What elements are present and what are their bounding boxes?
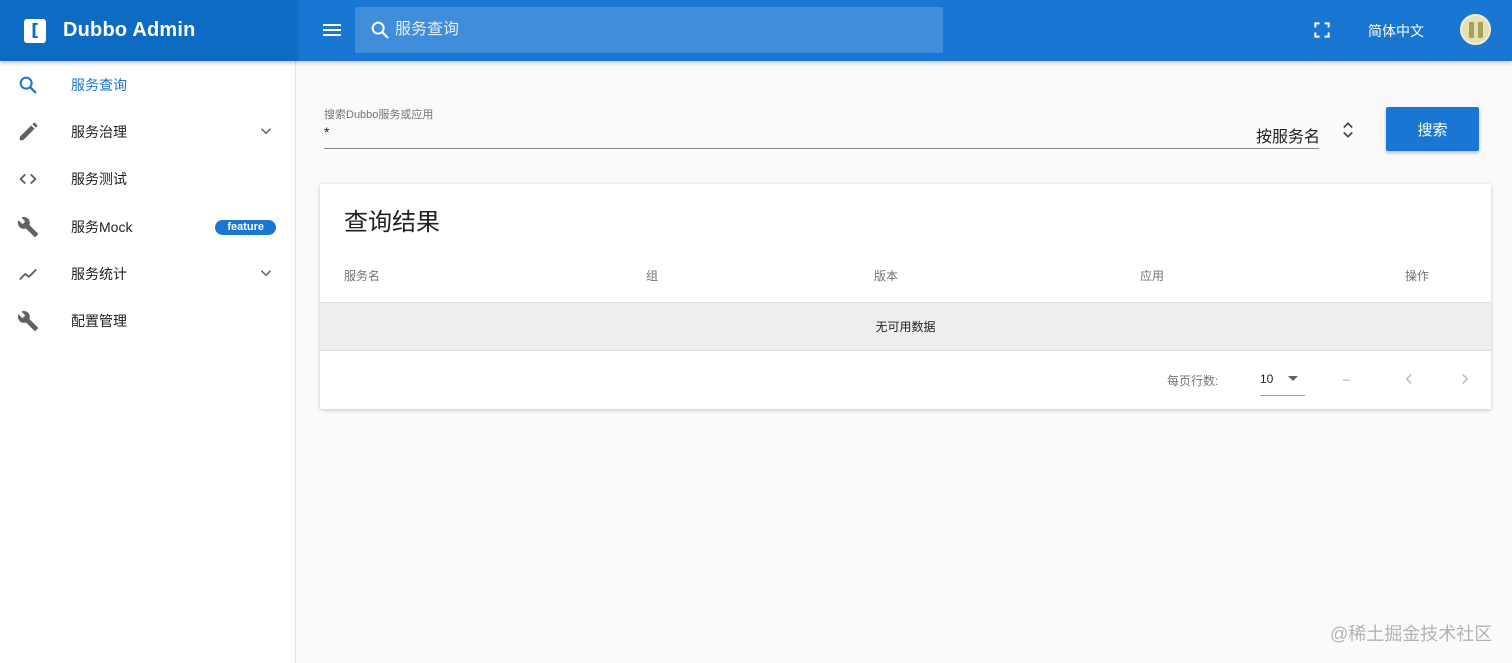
- rows-per-page-label: 每页行数:: [1167, 374, 1219, 388]
- menu-icon[interactable]: [320, 18, 344, 42]
- avatar-graphic: [1477, 21, 1483, 38]
- column-header-service-name[interactable]: 服务名: [344, 267, 380, 284]
- column-header-version[interactable]: 版本: [874, 267, 898, 284]
- results-card: 查询结果 服务名 组 版本 应用 操作 无可用数据 每页行数: 10 –: [320, 184, 1491, 409]
- sidebar-item-service-search[interactable]: 服务查询: [0, 61, 295, 108]
- top-search-input[interactable]: [395, 21, 915, 39]
- sidebar-item-service-governance[interactable]: 服务治理: [0, 108, 295, 155]
- pencil-icon: [16, 120, 40, 144]
- results-title: 查询结果: [344, 209, 440, 236]
- app-title: Dubbo Admin: [63, 19, 196, 41]
- column-header-group[interactable]: 组: [646, 267, 658, 284]
- app-root: [ Dubbo Admin 服务查询 服务治理 服务测试 服务Mock feat…: [0, 0, 1512, 663]
- sidebar-item-label: 服务统计: [71, 265, 127, 282]
- dubbo-logo-icon: [: [24, 18, 46, 43]
- rows-per-page-select[interactable]: 10: [1260, 366, 1305, 396]
- sidebar-item-service-statistics[interactable]: 服务统计: [0, 250, 295, 297]
- sidebar-item-service-mock[interactable]: 服务Mock feature: [0, 203, 295, 250]
- avatar-graphic: [1468, 21, 1474, 38]
- search-field-underline: [324, 148, 1319, 149]
- trending-icon: [16, 262, 40, 286]
- logo-letter: [: [31, 20, 39, 41]
- wrench-icon: [16, 309, 40, 333]
- top-search-box: [355, 7, 943, 53]
- rows-per-page-value: 10: [1260, 372, 1274, 386]
- sidebar-item-label: 服务查询: [71, 76, 127, 93]
- empty-text: 无可用数据: [875, 320, 936, 334]
- search-by-select[interactable]: 按服务名: [1256, 123, 1320, 147]
- sidebar-item-label: 服务Mock: [71, 218, 133, 235]
- watermark: @稀土掘金技术社区: [1330, 624, 1493, 644]
- code-icon: [16, 167, 40, 191]
- language-switcher[interactable]: 简体中文: [1368, 21, 1424, 41]
- search-button[interactable]: 搜索: [1386, 107, 1479, 151]
- caret-down-icon: [1288, 376, 1298, 381]
- sidebar-item-label: 服务治理: [71, 123, 127, 140]
- fullscreen-icon[interactable]: [1312, 20, 1332, 40]
- feature-badge: feature: [215, 219, 276, 235]
- sidebar-item-label: 服务测试: [71, 171, 127, 188]
- pagination-range: –: [1343, 372, 1350, 386]
- column-header-operations: 操作: [1405, 269, 1430, 283]
- sidebar-item-config-management[interactable]: 配置管理: [0, 297, 295, 344]
- search-icon: [16, 73, 40, 97]
- search-icon: [371, 21, 389, 39]
- empty-table-row: 无可用数据: [320, 302, 1491, 351]
- chevron-down-icon[interactable]: [257, 264, 275, 282]
- wrench-icon: [16, 215, 40, 239]
- unfold-icon[interactable]: [1338, 118, 1358, 142]
- chevron-right-icon[interactable]: [1456, 368, 1474, 390]
- avatar[interactable]: [1460, 14, 1491, 45]
- sidebar-item-service-test[interactable]: 服务测试: [0, 156, 295, 203]
- chevron-left-icon[interactable]: [1400, 368, 1418, 390]
- top-app-bar: 简体中文: [296, 0, 1512, 61]
- column-header-application[interactable]: 应用: [1140, 267, 1164, 284]
- search-field-label: 搜索Dubbo服务或应用: [324, 109, 434, 121]
- search-field-input[interactable]: *: [324, 124, 329, 140]
- chevron-down-icon[interactable]: [257, 122, 275, 140]
- sidebar-item-label: 配置管理: [71, 313, 127, 330]
- brand-header: [ Dubbo Admin: [0, 0, 296, 61]
- sidebar: 服务查询 服务治理 服务测试 服务Mock feature 服务统计 配置管理: [0, 61, 296, 663]
